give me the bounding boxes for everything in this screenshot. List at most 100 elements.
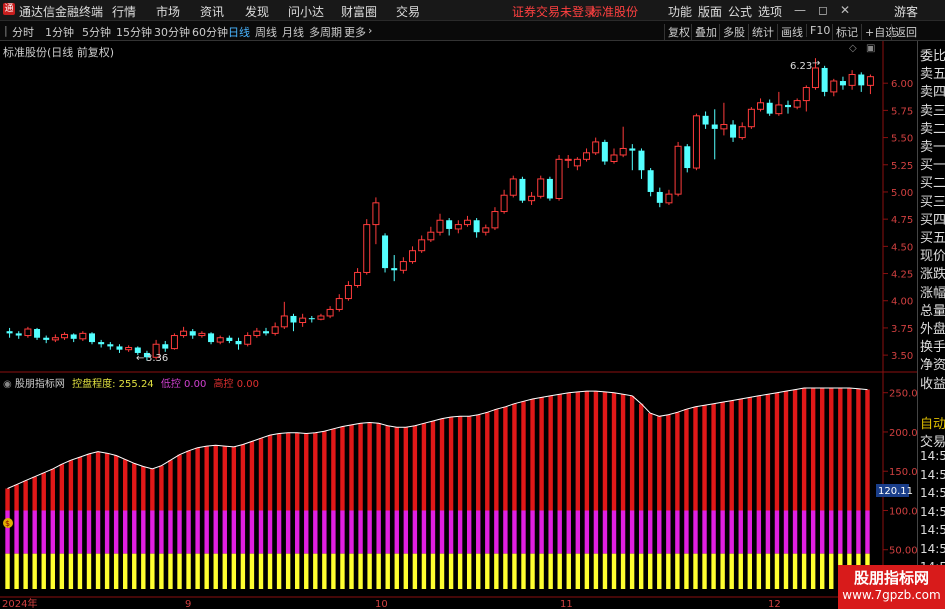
period-1min[interactable]: 1分钟 — [45, 24, 74, 40]
candle — [702, 111, 709, 129]
menu-gongneng[interactable]: 功能 — [668, 3, 692, 20]
sidebar-item-0[interactable]: 委比 — [920, 45, 945, 64]
guest-button[interactable]: 游客 — [894, 3, 918, 20]
candle — [692, 113, 700, 171]
chart-canvas[interactable]: 6.00 5.75 5.50 5.25 5.00 4.75 4.50 4.25 4.00 3.75… — [0, 41, 917, 609]
tool-f10[interactable]: F10 — [806, 24, 830, 37]
indicator-bar — [385, 425, 390, 589]
sidebar-time-3: 14:56 — [920, 504, 945, 519]
indicator-bar — [50, 468, 55, 589]
sidebar-item-6[interactable]: 买一 — [920, 154, 945, 173]
sidebar-item-4[interactable]: 卖二 — [920, 118, 945, 137]
period-30min[interactable]: 30分钟 — [154, 24, 190, 40]
indicator-bar — [629, 395, 635, 589]
indicator-bar — [693, 406, 698, 589]
sidebar-item-17[interactable]: 净资 — [920, 354, 945, 373]
sidebar-item-7[interactable]: 买二 — [920, 172, 945, 191]
indicator-bar — [466, 416, 472, 589]
sidebar-item-18[interactable]: 收益 — [920, 373, 945, 392]
period-more[interactable]: 更多 — [344, 24, 366, 40]
sidebar-item-3[interactable]: 卖三 — [920, 100, 945, 119]
candle — [382, 233, 389, 273]
indicator-bar — [810, 387, 816, 589]
period-weekly[interactable]: 周线 — [255, 24, 277, 40]
period-60min[interactable]: 60分钟 — [192, 24, 228, 40]
price-tick-5: 4.75 — [891, 215, 913, 226]
candle — [610, 148, 618, 164]
menu-caifuquan[interactable]: 财富圈 — [341, 3, 377, 20]
candle — [372, 197, 380, 245]
candle — [738, 122, 746, 140]
candle — [793, 98, 801, 110]
menu-shichang[interactable]: 市场 — [156, 3, 180, 20]
sidebar-item-11[interactable]: 现价 — [920, 245, 945, 264]
price-tick-10: 3.50 — [891, 351, 913, 362]
sidebar-item-2[interactable]: 卖四 — [920, 81, 945, 100]
candle — [6, 327, 13, 338]
candle — [491, 207, 499, 231]
sidebar-item-9[interactable]: 买四 — [920, 209, 945, 228]
sidebar-item-14[interactable]: 总量 — [920, 300, 945, 319]
indicator-bar — [702, 405, 707, 589]
low-control-value: 0.00 — [184, 379, 207, 390]
restore-icon[interactable]: ◻ — [818, 3, 828, 17]
sidebar-trade[interactable]: 交易 — [920, 431, 945, 450]
candle — [463, 215, 471, 227]
candle — [684, 144, 691, 173]
sidebar-item-8[interactable]: 买三 — [920, 191, 945, 210]
sidebar-item-16[interactable]: 换手 — [920, 336, 945, 355]
period-multi[interactable]: 多周期 — [309, 24, 342, 40]
sidebar-item-13[interactable]: 涨幅 — [920, 282, 945, 301]
menu-banmian[interactable]: 版面 — [698, 3, 722, 20]
chevron-right-icon[interactable]: › — [368, 24, 372, 37]
menu-zixun[interactable]: 资讯 — [200, 3, 224, 20]
period-fenshi[interactable]: 分时 — [12, 24, 34, 40]
candle — [720, 102, 728, 136]
indicator-bar — [23, 480, 28, 589]
minimize-icon[interactable]: — — [794, 3, 806, 17]
tool-duogu[interactable]: 多股 — [719, 24, 745, 40]
tool-biaoji[interactable]: 标记 — [832, 24, 858, 40]
sidebar-auto[interactable]: 自动 — [920, 413, 945, 432]
candle — [170, 333, 178, 350]
tool-fuquan[interactable]: 复权 — [664, 24, 690, 40]
candle — [473, 218, 480, 238]
sidebar-item-12[interactable]: 涨跌 — [920, 263, 945, 282]
indicator-bar — [113, 455, 119, 589]
indicator-bar — [367, 422, 372, 589]
menu-faxian[interactable]: 发现 — [245, 3, 269, 20]
sidebar-item-10[interactable]: 买五 — [920, 227, 945, 246]
indicator-bar — [847, 387, 852, 589]
candle — [226, 335, 233, 344]
menu-wenxiaoda[interactable]: 问小达 — [288, 3, 324, 20]
sidebar-item-5[interactable]: 卖一 — [920, 136, 945, 155]
tool-tongji[interactable]: 统计 — [748, 24, 774, 40]
tool-fanhui[interactable]: 返回 — [891, 24, 917, 40]
indicator-bar — [747, 397, 752, 589]
candle — [391, 255, 398, 282]
sidebar-item-1[interactable]: 卖五 — [920, 63, 945, 82]
indicator-bar — [159, 465, 164, 589]
sidebar-item-15[interactable]: 外盘 — [920, 318, 945, 337]
indicator-bar — [403, 427, 409, 589]
collapse-icon[interactable]: | — [4, 24, 8, 37]
tool-diejia[interactable]: 叠加 — [691, 24, 717, 40]
indicator-toggle-icon[interactable]: ◉ — [3, 379, 12, 390]
close-icon[interactable]: ✕ — [840, 3, 850, 17]
period-daily[interactable]: 日线 — [228, 24, 250, 40]
menu-hangqing[interactable]: 行情 — [112, 3, 136, 20]
candle — [399, 257, 407, 274]
period-monthly[interactable]: 月线 — [282, 24, 304, 40]
menu-xuanxiang[interactable]: 选项 — [758, 3, 782, 20]
indicator-bar — [838, 387, 843, 589]
menu-gongshi[interactable]: 公式 — [728, 3, 752, 20]
indicator-bar — [485, 412, 490, 589]
candle — [555, 154, 563, 201]
tool-huaxian[interactable]: 画线 — [777, 24, 803, 40]
menu-jiaoyi[interactable]: 交易 — [396, 3, 420, 20]
indicator-bar — [104, 453, 110, 589]
period-5min[interactable]: 5分钟 — [82, 24, 111, 40]
login-notice[interactable]: 证券交易未登录 — [512, 3, 596, 20]
period-15min[interactable]: 15分钟 — [116, 24, 152, 40]
candle — [198, 331, 206, 338]
